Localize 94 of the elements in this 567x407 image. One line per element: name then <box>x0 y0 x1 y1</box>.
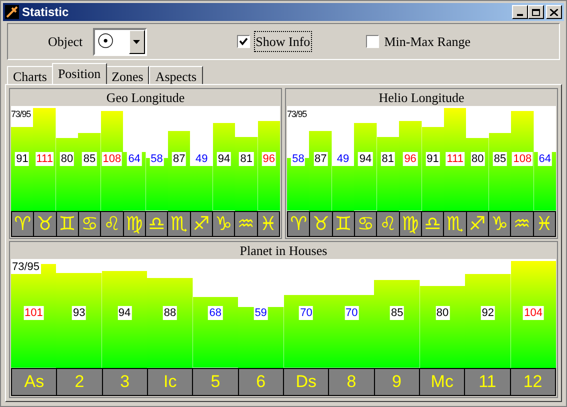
zodiac-sign: ♑ <box>488 212 510 236</box>
value-label: 88 <box>162 306 178 320</box>
house-label: 2 <box>57 369 102 395</box>
value-label: 64 <box>538 152 552 166</box>
zodiac-sign: ♉ <box>34 212 56 236</box>
zodiac-sign: ♏ <box>168 212 190 236</box>
house-label: 6 <box>238 369 283 395</box>
close-icon <box>550 8 558 16</box>
value-label: 96 <box>403 152 418 166</box>
zodiac-sign: ♎ <box>422 212 444 236</box>
zodiac-sign: ♎ <box>146 212 168 236</box>
zodiac-sign: ♌ <box>377 212 399 236</box>
zodiac-sign: ♒ <box>511 212 533 236</box>
value-label: 111 <box>446 152 465 166</box>
value-label: 80 <box>470 152 485 166</box>
house-label: Ds <box>284 369 328 395</box>
zodiac-sign: ♊ <box>56 212 78 236</box>
value-label: 93 <box>72 306 86 320</box>
house-label: Mc <box>420 369 464 395</box>
tab[interactable]: Position <box>52 63 107 84</box>
value-label: 64 <box>127 152 142 166</box>
maximize-button[interactable] <box>528 5 544 20</box>
zodiac-sign: ♒ <box>235 212 257 236</box>
value-label: 111 <box>35 152 54 166</box>
value-label: 85 <box>492 152 508 166</box>
checkbox[interactable] <box>236 35 250 48</box>
house-label: 3 <box>102 369 147 395</box>
minimize-button[interactable] <box>512 5 528 20</box>
value-label: 58 <box>291 152 306 166</box>
panel-title: Planet in Houses <box>238 242 328 259</box>
value-label: 58 <box>150 152 164 166</box>
zodiac-sign: ♍ <box>400 212 421 236</box>
house-label: 12 <box>510 369 555 395</box>
zodiac-sign: ♌ <box>101 212 123 236</box>
value-label: 87 <box>314 152 328 166</box>
checkbox[interactable] <box>366 35 380 48</box>
info-label: 73/95 <box>11 261 41 274</box>
value-label: 108 <box>512 152 533 166</box>
zodiac-sign: ♍ <box>124 212 145 236</box>
house-label: 8 <box>329 369 374 395</box>
zodiac-sign: ♋ <box>354 212 376 236</box>
value-label: 87 <box>172 152 186 166</box>
value-label: 108 <box>102 152 122 166</box>
checkmark-icon <box>238 37 248 46</box>
zodiac-sign: ♏ <box>444 212 466 236</box>
value-label: 68 <box>208 306 223 320</box>
value-label: 80 <box>60 152 74 166</box>
tab[interactable]: Zones <box>106 66 150 84</box>
zodiac-sign: ♐ <box>190 212 212 236</box>
value-label: 70 <box>344 306 359 320</box>
value-label: 91 <box>15 152 30 166</box>
value-label: 59 <box>254 306 268 320</box>
value-label: 85 <box>390 306 404 320</box>
app-icon <box>5 5 19 20</box>
value-label: 85 <box>82 152 97 166</box>
checkbox-label[interactable]: Show Info <box>254 30 312 52</box>
value-label: 94 <box>358 152 373 166</box>
value-label: 80 <box>435 306 450 320</box>
zodiac-sign: ♉ <box>310 212 332 236</box>
zodiac-sign: ♑ <box>212 212 234 236</box>
house-label: Ic <box>148 369 192 395</box>
checkbox-label[interactable]: Min-Max Range <box>383 32 472 52</box>
window-title: Statistic <box>22 4 69 22</box>
house-label: As <box>12 369 56 395</box>
value-label: 94 <box>216 152 232 166</box>
value-label: 101 <box>24 306 44 320</box>
zodiac-sign: ♐ <box>466 212 488 236</box>
zodiac-sign: ♈ <box>288 212 310 236</box>
value-label: 81 <box>380 152 396 166</box>
close-button[interactable] <box>546 5 562 20</box>
zodiac-sign: ♋ <box>78 212 100 236</box>
tab[interactable]: Aspects <box>149 66 203 84</box>
value-label: 70 <box>299 306 314 320</box>
house-label: 9 <box>374 369 419 395</box>
object-label: Object <box>48 32 83 51</box>
zodiac-sign: ♓ <box>534 212 555 236</box>
zodiac-sign: ♓ <box>258 212 279 236</box>
object-dropdown[interactable]: ☉ <box>92 28 147 56</box>
zodiac-sign: ♊ <box>332 212 354 236</box>
maximize-icon <box>532 8 540 16</box>
value-label: 94 <box>117 306 132 320</box>
dropdown-arrow-icon <box>133 40 140 44</box>
value-label: 81 <box>239 152 254 166</box>
panel-title: Helio Longitude <box>378 89 466 106</box>
house-label: 5 <box>193 369 238 395</box>
value-label: 91 <box>426 152 440 166</box>
value-label: 104 <box>523 306 544 320</box>
value-label: 92 <box>480 306 496 320</box>
value-label: 96 <box>262 152 276 166</box>
tab[interactable]: Charts <box>7 66 53 84</box>
panel-title: Geo Longitude <box>105 89 186 106</box>
zodiac-sign: ♈ <box>12 212 34 236</box>
sun-symbol: ☉ <box>96 30 116 54</box>
house-label: 11 <box>465 369 510 395</box>
